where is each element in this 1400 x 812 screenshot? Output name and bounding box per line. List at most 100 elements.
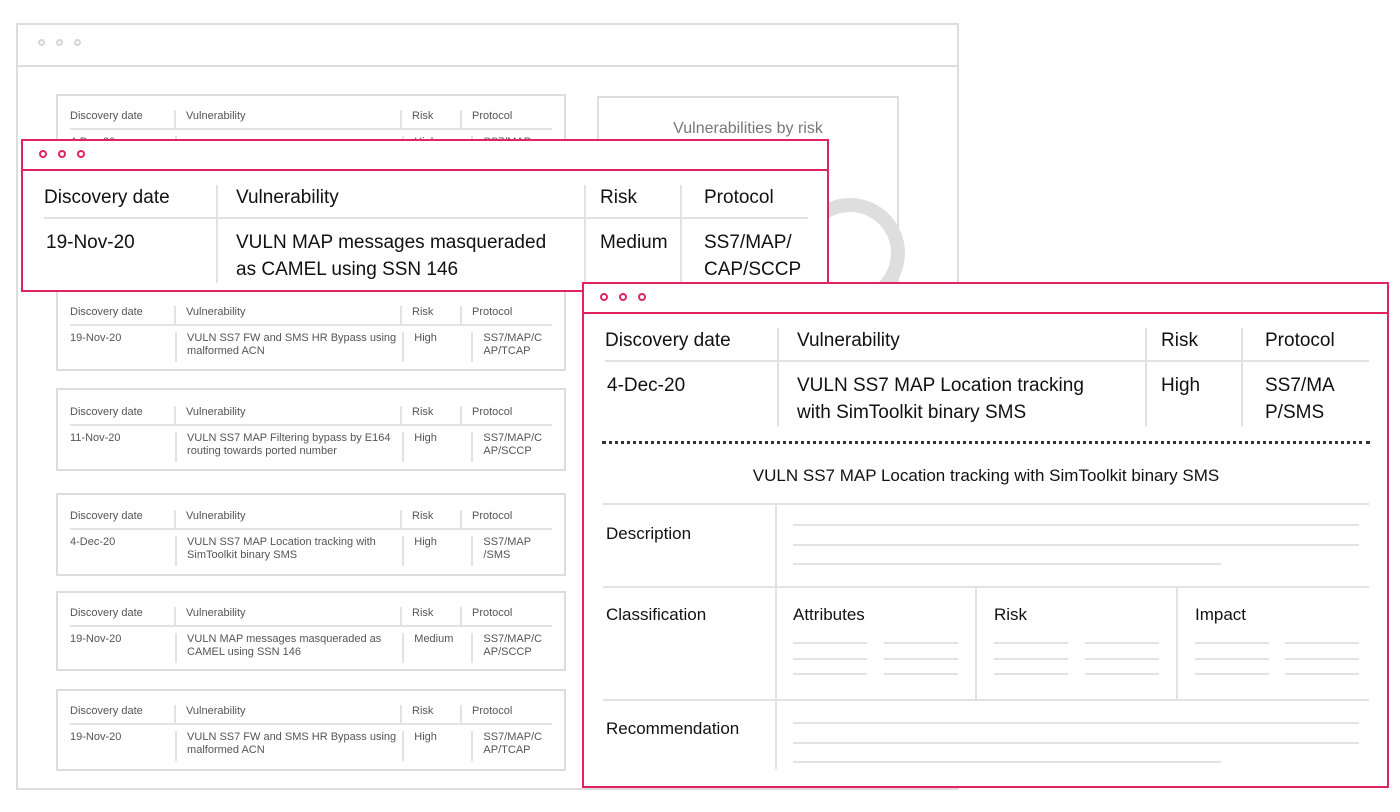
placeholder-line — [793, 761, 1221, 763]
header-risk: Risk — [1145, 328, 1241, 360]
grid-line — [775, 505, 777, 769]
cell-risk: Medium — [584, 219, 680, 283]
cell-risk: High — [1145, 362, 1241, 426]
cell-risk: High — [414, 432, 437, 444]
list-item[interactable]: Discovery date Vulnerability Risk Protoc… — [56, 388, 566, 471]
popup-titlebar — [23, 141, 827, 171]
minimize-dot-icon[interactable] — [56, 39, 63, 46]
placeholder-line — [994, 673, 1068, 675]
header-risk: Risk — [412, 306, 434, 318]
header-date: Discovery date — [70, 510, 143, 522]
cell-protocol: SS7/MAP/C AP/TCAP — [483, 731, 543, 756]
window-controls — [38, 39, 81, 46]
close-dot-icon[interactable] — [39, 150, 47, 158]
cell-risk: High — [414, 731, 437, 743]
header-date: Discovery date — [70, 607, 143, 619]
header-date: Discovery date — [70, 306, 143, 318]
header-vulnerability: Vulnerability — [186, 110, 246, 122]
detail-title: VULN SS7 MAP Location tracking with SimT… — [752, 466, 1220, 485]
close-dot-icon[interactable] — [600, 293, 608, 301]
maximize-dot-icon[interactable] — [77, 150, 85, 158]
header-risk: Risk — [584, 185, 680, 217]
cell-date: 4-Dec-20 — [70, 536, 116, 548]
cell-protocol: SS7/MA P/SMS — [1241, 362, 1369, 426]
header-risk: Risk — [412, 705, 434, 717]
cell-risk: High — [414, 536, 437, 548]
window-controls — [39, 150, 85, 158]
cell-date: 11-Nov-20 — [70, 432, 121, 444]
grid-line — [1176, 588, 1178, 699]
placeholder-line — [1085, 658, 1159, 660]
placeholder-line — [793, 544, 1359, 546]
attributes-label: Attributes — [793, 605, 865, 624]
list-item[interactable]: Discovery date Vulnerability Risk Protoc… — [56, 591, 566, 671]
cell-risk: Medium — [414, 633, 454, 645]
header-vulnerability: Vulnerability — [186, 510, 246, 522]
placeholder-line — [1285, 642, 1359, 644]
header-date: Discovery date — [70, 705, 143, 717]
cell-date: 19-Nov-20 — [70, 633, 122, 645]
header-protocol: Protocol — [680, 185, 808, 217]
header-protocol: Protocol — [472, 306, 513, 318]
placeholder-line — [1195, 642, 1269, 644]
placeholder-line — [1085, 642, 1159, 644]
list-item[interactable]: Discovery date Vulnerability Risk Protoc… — [56, 493, 566, 576]
grid-line — [975, 588, 977, 699]
header-protocol: Protocol — [1241, 328, 1369, 360]
chart-title: Vulnerabilities by risk — [673, 120, 823, 137]
minimize-dot-icon[interactable] — [58, 150, 66, 158]
cell-vulnerability: VULN MAP messages masqueraded as CAMEL u… — [187, 633, 382, 658]
vulnerability-popup-window[interactable]: Discovery date Vulnerability Risk Protoc… — [21, 139, 829, 292]
minimize-dot-icon[interactable] — [619, 293, 627, 301]
cell-vulnerability: VULN MAP messages masqueraded as CAMEL u… — [216, 219, 584, 283]
placeholder-line — [994, 642, 1068, 644]
header-risk: Risk — [412, 510, 434, 522]
header-date: Discovery date — [70, 110, 143, 122]
popup-titlebar — [584, 284, 1387, 314]
maximize-dot-icon[interactable] — [74, 39, 81, 46]
placeholder-line — [1195, 658, 1269, 660]
maximize-dot-icon[interactable] — [638, 293, 646, 301]
cell-protocol: SS7/MAP/C AP/SCCP — [483, 633, 543, 658]
vulnerability-table: Discovery date Vulnerability Risk Protoc… — [44, 185, 808, 283]
list-item[interactable]: Discovery date Vulnerability Risk Protoc… — [56, 290, 566, 371]
close-dot-icon[interactable] — [38, 39, 45, 46]
header-protocol: Protocol — [472, 110, 513, 122]
placeholder-line — [1195, 673, 1269, 675]
grid-line — [603, 503, 1369, 505]
dotted-divider — [602, 441, 1370, 444]
placeholder-line — [1085, 673, 1159, 675]
grid-line — [603, 586, 1369, 588]
placeholder-line — [884, 658, 958, 660]
cell-vulnerability: VULN SS7 MAP Filtering bypass by E164 ro… — [187, 432, 391, 457]
description-label: Description — [606, 524, 692, 543]
cell-vulnerability: VULN SS7 FW and SMS HR Bypass using malf… — [187, 332, 397, 357]
placeholder-line — [1285, 658, 1359, 660]
placeholder-line — [793, 742, 1359, 744]
header-date: Discovery date — [44, 187, 170, 208]
cell-vulnerability: VULN SS7 MAP Location tracking with SimT… — [187, 536, 376, 561]
placeholder-line — [793, 658, 867, 660]
cell-vulnerability: VULN SS7 MAP Location tracking with SimT… — [777, 362, 1145, 426]
window-controls — [600, 293, 646, 301]
recommendation-label: Recommendation — [606, 719, 740, 738]
placeholder-line — [793, 722, 1359, 724]
cell-protocol: SS7/MAP/C AP/SCCP — [483, 432, 543, 457]
cell-protocol: SS7/MAP/C AP/TCAP — [483, 332, 543, 357]
placeholder-line — [793, 642, 867, 644]
cell-date: 4-Dec-20 — [607, 375, 686, 396]
cell-vulnerability: VULN SS7 FW and SMS HR Bypass using malf… — [187, 731, 397, 756]
vulnerability-detail-window[interactable]: Discovery date Vulnerability Risk Protoc… — [582, 282, 1389, 788]
impact-label: Impact — [1195, 605, 1247, 624]
header-risk: Risk — [412, 406, 434, 418]
header-protocol: Protocol — [472, 607, 513, 619]
header-vulnerability: Vulnerability — [186, 607, 246, 619]
cell-risk: High — [414, 332, 437, 344]
header-date: Discovery date — [70, 406, 143, 418]
cell-date: 19-Nov-20 — [70, 332, 122, 344]
vulnerability-table: Discovery date Vulnerability Risk Protoc… — [605, 328, 1369, 426]
list-item[interactable]: Discovery date Vulnerability Risk Protoc… — [56, 689, 566, 771]
header-date: Discovery date — [605, 330, 731, 351]
header-vulnerability: Vulnerability — [777, 328, 1145, 360]
placeholder-line — [884, 673, 958, 675]
